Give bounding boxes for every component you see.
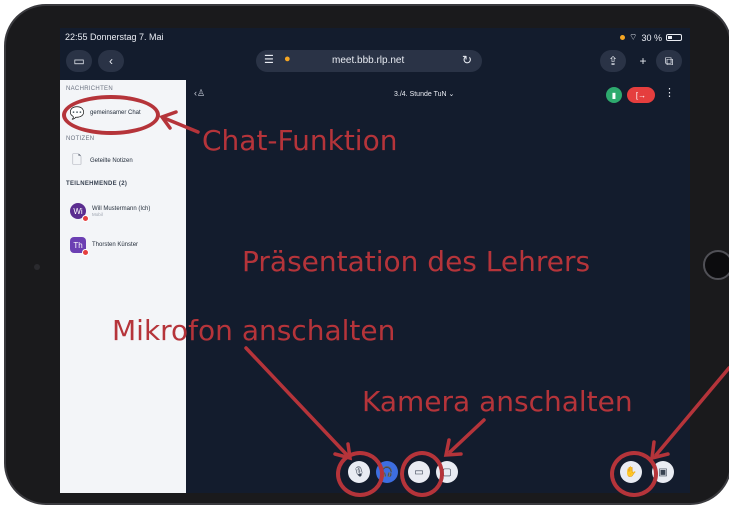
- camera-annotation: Kamera anschalten: [362, 385, 633, 418]
- hand-arrow-line: [654, 366, 729, 457]
- presentation-annotation: Präsentation des Lehrers: [242, 245, 591, 278]
- microphone-annotation: Mikrofon anschalten: [112, 314, 396, 347]
- camera-arrow-line: [448, 418, 486, 454]
- stage: 22:55 Donnerstag 7. Mai ⌔ 30 % ▭ ‹ ☰ ● m…: [0, 0, 729, 509]
- mic-arrow-line: [244, 346, 350, 458]
- chat-annotation: Chat-Funktion: [202, 124, 398, 157]
